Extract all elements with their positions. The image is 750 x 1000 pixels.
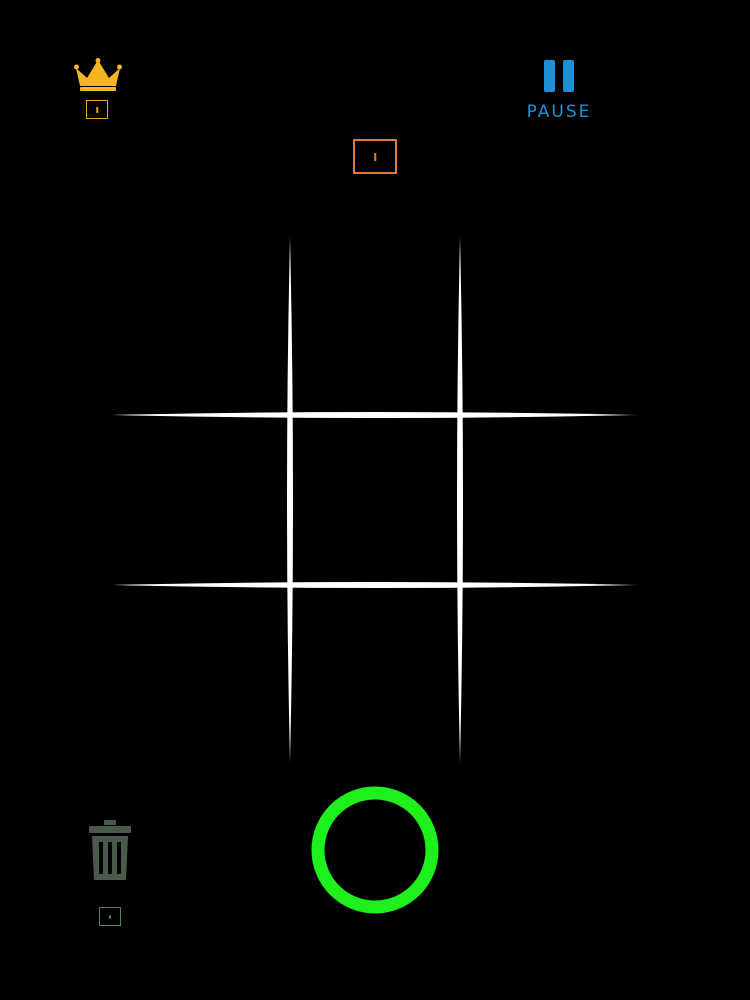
pause-label: PAUSE <box>526 102 592 122</box>
pause-icon <box>544 60 574 92</box>
crown-icon <box>74 58 122 91</box>
pause-button[interactable]: PAUSE <box>512 58 606 128</box>
trash-count-box <box>99 907 121 926</box>
o-piece-icon <box>311 786 439 914</box>
board-cell-2-1[interactable] <box>294 589 456 761</box>
best-score-box <box>86 100 108 119</box>
board-cell-1-1[interactable] <box>294 419 456 581</box>
trash-button[interactable] <box>86 818 134 882</box>
board-cell-0-0[interactable] <box>114 239 286 411</box>
board-cell-0-2[interactable] <box>464 239 636 411</box>
grid-line-horizontal-1 <box>112 412 638 418</box>
current-score-box <box>353 139 397 174</box>
game-board <box>110 235 640 765</box>
grid-line-horizontal-2 <box>112 582 638 588</box>
board-cell-2-0[interactable] <box>114 589 286 761</box>
grid-line-vertical-1 <box>287 237 293 763</box>
grid-line-vertical-2 <box>457 237 463 763</box>
turn-indicator-o <box>310 785 440 915</box>
board-cell-2-2[interactable] <box>464 589 636 761</box>
board-cell-1-2[interactable] <box>464 419 636 581</box>
board-cell-1-0[interactable] <box>114 419 286 581</box>
board-cell-0-1[interactable] <box>294 239 456 411</box>
current-score-tick <box>374 152 376 161</box>
crown-button[interactable] <box>74 58 122 92</box>
trash-icon <box>89 820 131 880</box>
trash-count-tick <box>109 915 111 918</box>
best-score-tick <box>96 106 98 113</box>
